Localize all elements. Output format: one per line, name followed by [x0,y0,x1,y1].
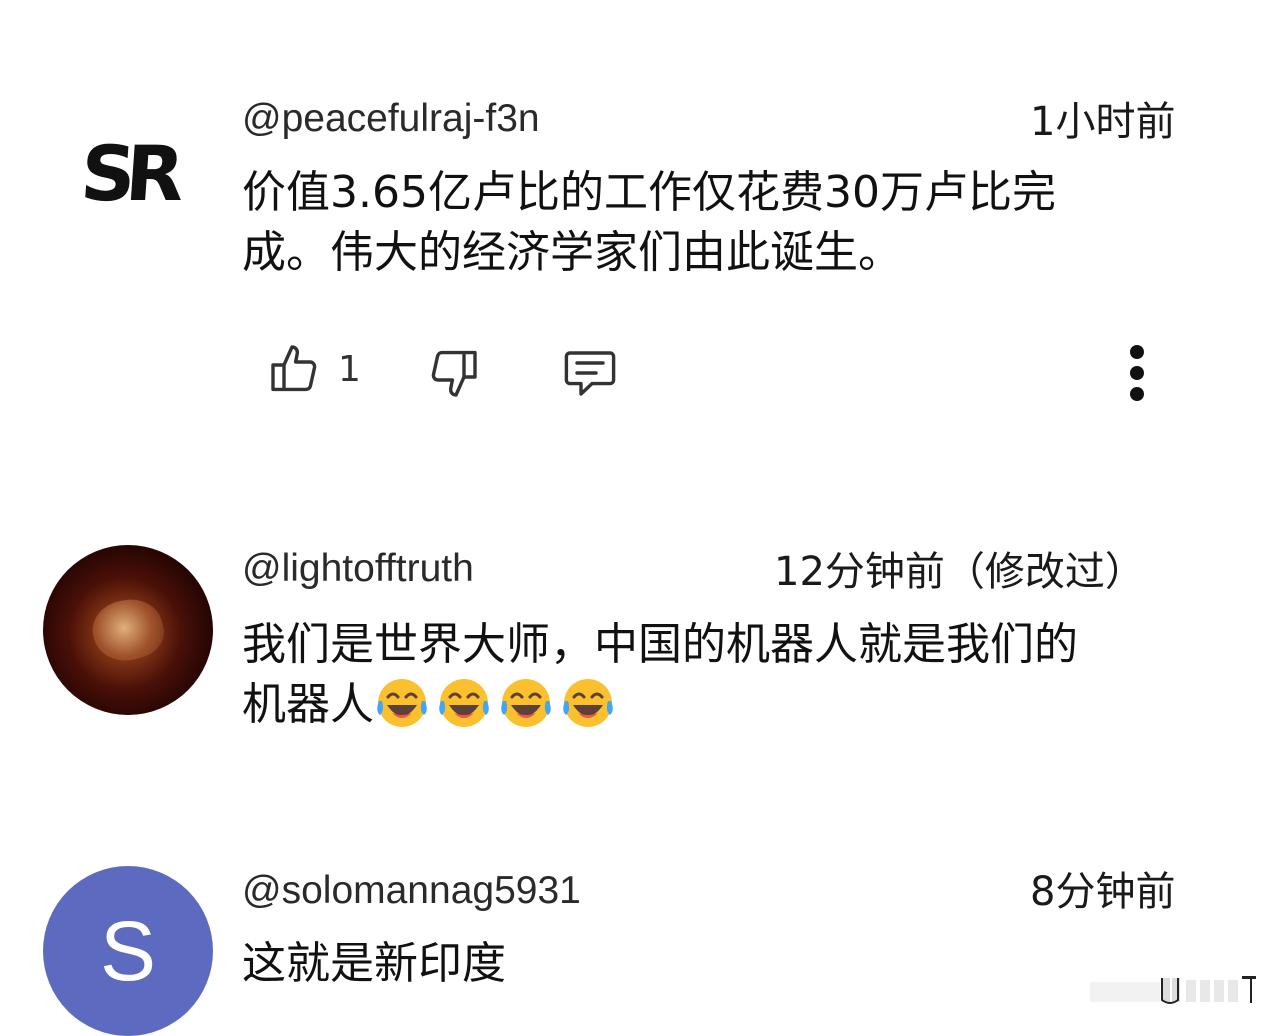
laughing-tears-emoji-icon [563,679,613,727]
comment-text: 这就是新印度 [242,934,1202,994]
comment-actions: 1 [0,335,1280,415]
laughing-tears-emoji-icon [377,679,427,727]
comment-line: 机器人 [242,679,374,730]
comment-time: 12分钟前（修改过） [774,549,1145,595]
reply-button[interactable] [562,347,618,399]
comment-line: 成。伟大的经济学家们由此诞生。 [242,227,902,278]
like-count: 1 [338,348,361,390]
comment-author[interactable]: @peacefulraj-f3n [242,95,540,143]
comment-text: 价值3.65亿卢比的工作仅花费30万卢比完 成。伟大的经济学家们由此诞生。 [242,163,1202,283]
thumb-down-icon [431,350,477,397]
like-button[interactable]: 1 [268,341,361,397]
avatar[interactable]: SR [58,118,198,228]
laughing-tears-emoji-icon [501,679,551,727]
more-vertical-icon [1130,345,1144,401]
comment-time: 1小时前 [1030,99,1176,145]
thumb-up-icon [271,345,317,392]
comment-line: 这就是新印度 [242,938,506,989]
more-options-button[interactable] [1122,340,1152,410]
comment-text: 我们是世界大师，中国的机器人就是我们的 机器人 [242,615,1202,735]
comment-time: 8分钟前 [1030,869,1176,915]
avatar-logo-text: SR [78,128,178,218]
watermark-bars-icon [1090,976,1256,1004]
dislike-button[interactable] [428,345,480,401]
comment-line: 我们是世界大师，中国的机器人就是我们的 [242,619,1078,670]
comment-author[interactable]: @solomannag5931 [242,867,581,915]
comment-line: 价值3.65亿卢比的工作仅花费30万卢比完 [242,167,1056,218]
laughing-tears-emoji-icon [439,679,489,727]
comment-line-with-emoji: 机器人 [242,675,1202,735]
avatar[interactable]: S [43,866,213,1036]
avatar-letter: S [99,903,157,998]
avatar[interactable] [43,545,213,715]
comment-author[interactable]: @lightofftruth [242,545,474,593]
reply-icon [564,351,616,396]
avatar-photo [86,591,170,669]
